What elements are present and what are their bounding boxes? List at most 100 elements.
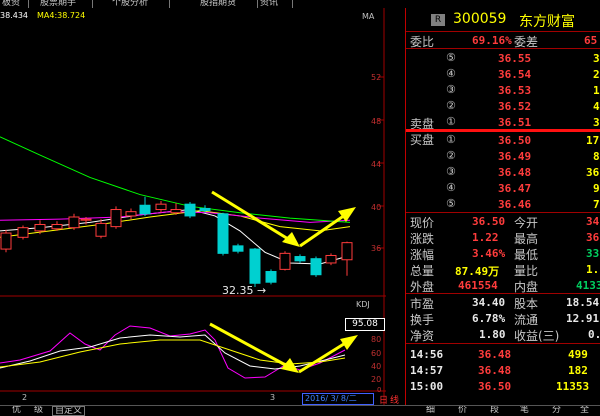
sell-level-price: 36.55 xyxy=(498,52,532,65)
kdj-tick-60: 60 xyxy=(371,349,382,358)
candle-body xyxy=(155,203,167,211)
quote-value: 1.22 xyxy=(472,231,499,244)
date-cursor-label: 2016/ 3/ 8/二 xyxy=(302,393,374,405)
sell-level-volume: 4 xyxy=(593,100,600,113)
tab-stock-futures[interactable]: 股票期手 xyxy=(38,0,93,8)
annotation-arrow xyxy=(298,340,348,374)
annotation-arrow xyxy=(209,322,292,370)
y-tick-44: 44 xyxy=(371,160,382,169)
margin-badge: R xyxy=(431,14,445,26)
buy-level-5-index: ⑤ xyxy=(446,197,456,210)
quote-label: 今开 xyxy=(514,216,539,230)
quote-label: 量比 xyxy=(514,264,539,278)
tick-volume: 11353 xyxy=(556,380,590,393)
kdj-label: KDJ xyxy=(356,300,370,309)
candle-body xyxy=(184,203,196,217)
buy-level-volume: 7 xyxy=(593,198,600,211)
quote-label: 涨幅 xyxy=(410,248,435,262)
kdj-value-badge: 95.08 xyxy=(345,318,385,331)
quote-label: 最高 xyxy=(514,232,539,246)
candle-body xyxy=(249,248,261,284)
fundamental-label: 市盈 xyxy=(410,297,435,311)
kdj-tick-40: 40 xyxy=(371,362,382,371)
buy-level-1-index: ① xyxy=(446,133,456,146)
tab-index-futures[interactable]: 股指期货 xyxy=(198,0,258,8)
fundamental-value: 0.7 xyxy=(588,328,600,341)
fundamental-label: 股本 xyxy=(514,297,539,311)
annotation-arrow-head xyxy=(282,232,300,247)
candle-body xyxy=(325,254,337,264)
candle-body xyxy=(199,207,211,212)
order-ratio-value: 69.16% xyxy=(472,34,512,47)
candle-body xyxy=(341,242,353,261)
quote-value: 1. xyxy=(586,263,600,276)
divider xyxy=(406,343,600,344)
sell-level-4-index: ④ xyxy=(446,67,456,80)
tab-board[interactable]: 板资 xyxy=(0,0,29,8)
fundamental-label: 换手 xyxy=(410,313,435,327)
quote-label: 内盘 xyxy=(514,280,539,294)
fundamental-value: 34.40 xyxy=(472,296,506,309)
candle-body xyxy=(0,232,12,250)
stock-name: 东方财富 xyxy=(519,14,575,30)
quote-value: 36. xyxy=(586,231,600,244)
candle-body xyxy=(51,223,63,230)
sell-level-volume: 1 xyxy=(593,84,600,97)
quote-label: 总量 xyxy=(410,264,435,278)
fundamental-value: 1.80 xyxy=(479,328,506,341)
candle-body xyxy=(265,271,277,283)
tick-price: 36.50 xyxy=(478,380,512,393)
candle-body xyxy=(232,245,244,252)
candle-body xyxy=(294,256,306,262)
sell-level-price: 36.53 xyxy=(498,84,532,97)
buy-level-volume: 8 xyxy=(593,150,600,163)
divider xyxy=(406,48,600,49)
kline-svg[interactable] xyxy=(0,8,386,405)
quote-label: 涨跌 xyxy=(410,232,435,246)
bottom-tab-custom[interactable]: 自定义 xyxy=(52,406,86,416)
candle-body xyxy=(170,209,182,214)
tab-news[interactable]: 资讯 xyxy=(258,0,293,8)
divider xyxy=(406,293,600,294)
y-tick-48: 48 xyxy=(371,117,382,126)
sell-level-volume: 3 xyxy=(593,116,600,129)
fundamental-value: 12.91 xyxy=(566,312,600,325)
quote-value: 36.50 xyxy=(472,215,506,228)
buy-level-price: 36.48 xyxy=(498,166,532,179)
buy-level-4-index: ④ xyxy=(446,181,456,194)
ma-line-1 xyxy=(0,209,351,265)
sell-level-5-index: ⑤ xyxy=(446,51,456,64)
tick-volume: 182 xyxy=(568,364,588,377)
divider xyxy=(406,31,600,32)
quote-value: 34. xyxy=(586,215,600,228)
ma-line-3 xyxy=(0,211,351,223)
candle-body xyxy=(80,218,92,221)
quote-label: 外盘 xyxy=(410,280,435,294)
fundamental-value: 18.54 xyxy=(566,296,600,309)
y-tick-36: 36 xyxy=(371,244,382,253)
candle-body xyxy=(139,204,151,215)
sell-level-volume: 2 xyxy=(593,68,600,81)
quote-label: 最低 xyxy=(514,248,539,262)
x-label-left: 2 xyxy=(22,393,28,402)
ma-line-2 xyxy=(0,210,351,238)
candle-body xyxy=(310,258,322,276)
candle-body xyxy=(279,252,291,270)
tab-stock-analysis[interactable]: 个股分析 xyxy=(110,0,170,8)
buy-label: 买盘 xyxy=(410,133,435,147)
candle-body xyxy=(125,211,137,217)
fundamental-label: 流通 xyxy=(514,313,539,327)
sell-level-price: 36.51 xyxy=(498,116,532,129)
quote-panel: R 300059 东方财富 委比 69.16% 委差 65 卖盘 买盘 ⑤ 36.… xyxy=(405,8,600,405)
ma-label-2: MA4:38.724 xyxy=(37,11,86,20)
tick-price: 36.48 xyxy=(478,364,512,377)
candle-body xyxy=(110,209,122,228)
tick-time: 15:00 xyxy=(410,380,444,393)
sell-level-1-index: ① xyxy=(446,115,456,128)
sell-level-3-index: ③ xyxy=(446,83,456,96)
kline-chart[interactable]: 38.434 MA4:38.724 MA 52 48 44 40 36 32.3… xyxy=(0,8,388,406)
kdj-tick-20: 20 xyxy=(371,375,382,384)
fundamental-label: 净资 xyxy=(410,329,435,343)
tick-volume: 499 xyxy=(568,348,588,361)
quote-label: 现价 xyxy=(410,216,435,230)
